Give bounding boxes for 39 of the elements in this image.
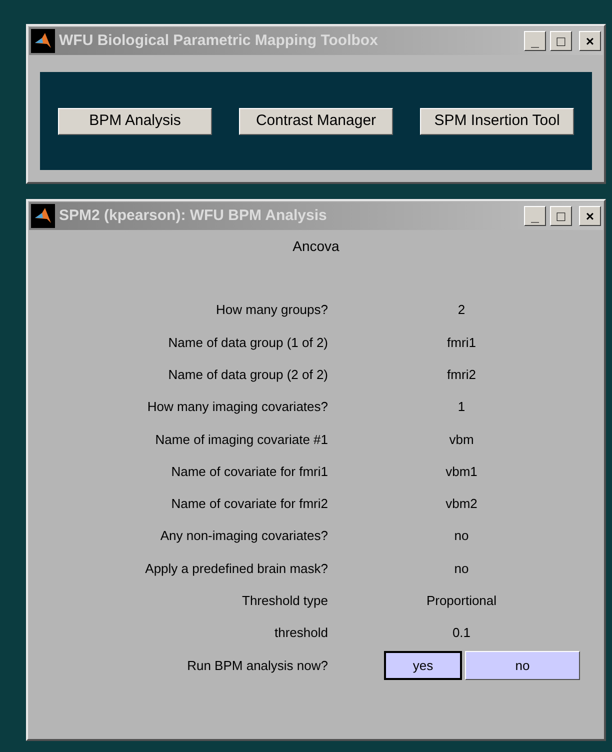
field-label: Name of data group (2 of 2) — [167, 366, 328, 384]
field-value: 2 — [456, 301, 466, 320]
window-title: WFU Biological Parametric Mapping Toolbox — [59, 30, 379, 51]
window-title: SPM2 (kpearson): WFU BPM Analysis — [59, 206, 328, 226]
toolbar-button[interactable]: SPM Insertion Tool — [420, 108, 574, 134]
field-value: vbm — [448, 430, 475, 449]
close-button[interactable]: × — [579, 31, 601, 51]
maximize-button[interactable]: □ — [550, 206, 572, 226]
field-label: threshold — [274, 624, 328, 642]
app-logo-icon — [31, 29, 55, 53]
field-label: Run BPM analysis now? — [186, 656, 328, 675]
field-value: Proportional — [425, 592, 498, 610]
field-label: Name of covariate for fmri1 — [170, 462, 328, 481]
app-logo-icon — [31, 204, 55, 228]
field-value: 1 — [456, 398, 466, 416]
field-label: Apply a predefined brain mask? — [144, 560, 328, 578]
field-label: Name of covariate for fmri2 — [170, 495, 328, 514]
form-heading: Ancova — [292, 237, 340, 256]
field-value: 0.1 — [451, 624, 472, 642]
toolbar-button[interactable]: BPM Analysis — [58, 108, 212, 134]
field-label: Threshold type — [241, 592, 328, 610]
minimize-button[interactable]: _ — [524, 31, 546, 51]
field-value: vbm2 — [444, 495, 478, 514]
maximize-button[interactable]: □ — [550, 31, 572, 51]
choice-button[interactable]: no — [465, 650, 580, 680]
choice-button[interactable]: yes — [384, 650, 462, 680]
field-value: fmri1 — [446, 334, 477, 352]
field-value: vbm1 — [444, 462, 478, 481]
field-value: no — [453, 527, 470, 546]
minimize-button[interactable]: _ — [524, 206, 546, 226]
field-label: How many groups? — [215, 301, 328, 320]
toolbar-button[interactable]: Contrast Manager — [239, 108, 393, 134]
field-value: fmri2 — [446, 366, 477, 384]
field-label: Any non-imaging covariates? — [159, 527, 328, 546]
field-label: How many imaging covariates? — [146, 398, 328, 416]
field-value: no — [453, 560, 470, 578]
close-button[interactable]: × — [579, 206, 601, 226]
field-label: Name of data group (1 of 2) — [167, 334, 328, 352]
field-label: Name of imaging covariate #1 — [154, 430, 328, 449]
